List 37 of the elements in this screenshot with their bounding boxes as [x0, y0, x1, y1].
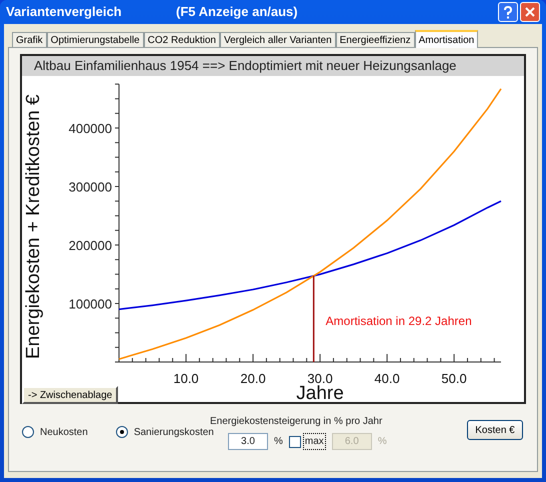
max-checkbox[interactable] — [288, 436, 301, 448]
x-tick-label: 40.0 — [374, 371, 400, 386]
y-tick-label: 400000 — [68, 121, 112, 136]
tab[interactable]: Energieeffizienz — [336, 32, 415, 47]
x-tick-label: 50.0 — [441, 371, 467, 386]
tab[interactable]: Grafik — [12, 32, 47, 47]
x-tick-label: 20.0 — [240, 371, 266, 386]
close-button[interactable] — [520, 2, 540, 22]
x-tick-label: 30.0 — [307, 371, 333, 386]
x-tick-label: 10.0 — [173, 371, 199, 386]
increase-field[interactable]: 3.0 — [228, 433, 268, 450]
y-tick-label: 100000 — [68, 296, 112, 312]
costs-button[interactable]: Kosten € — [467, 420, 523, 440]
window-title: Variantenvergleich — [6, 3, 123, 22]
window-subtitle: (F5 Anzeige an/aus) — [176, 3, 298, 22]
tab[interactable]: Amortisation — [414, 30, 478, 48]
max-label[interactable]: max — [302, 433, 326, 450]
clipboard-button[interactable]: -> Zwischenablage — [22, 386, 118, 404]
tab[interactable]: Vergleich aller Varianten — [220, 32, 336, 47]
radio-label[interactable]: Neukosten — [40, 424, 88, 440]
y-tick-label: 200000 — [68, 238, 112, 253]
close-icon — [525, 7, 535, 17]
y-axis-title: Energiekosten + Kreditkosten € — [23, 94, 44, 359]
help-icon — [503, 6, 513, 18]
unit-label: % — [378, 435, 387, 449]
increase-label: Energiekostensteigerung in % pro Jahr — [210, 415, 382, 428]
y-tick-label: 300000 — [68, 180, 112, 194]
chart-header: Altbau Einfamilienhaus 1954 ==> Endoptimiert mit neuer Heizungsanlage — [22, 56, 524, 76]
x-axis-title: Jahre — [296, 383, 344, 402]
unit-label: % — [274, 435, 283, 449]
radio-button[interactable] — [116, 426, 128, 438]
tab[interactable]: CO2 Reduktion — [144, 32, 220, 47]
radio-label[interactable]: Sanierungskosten — [134, 424, 214, 440]
radio-button[interactable] — [22, 426, 34, 438]
tab[interactable]: Optimierungstabelle — [46, 32, 144, 47]
amortisation-label: Amortisation in 29.2 Jahren — [326, 314, 472, 328]
help-button[interactable] — [498, 2, 518, 22]
